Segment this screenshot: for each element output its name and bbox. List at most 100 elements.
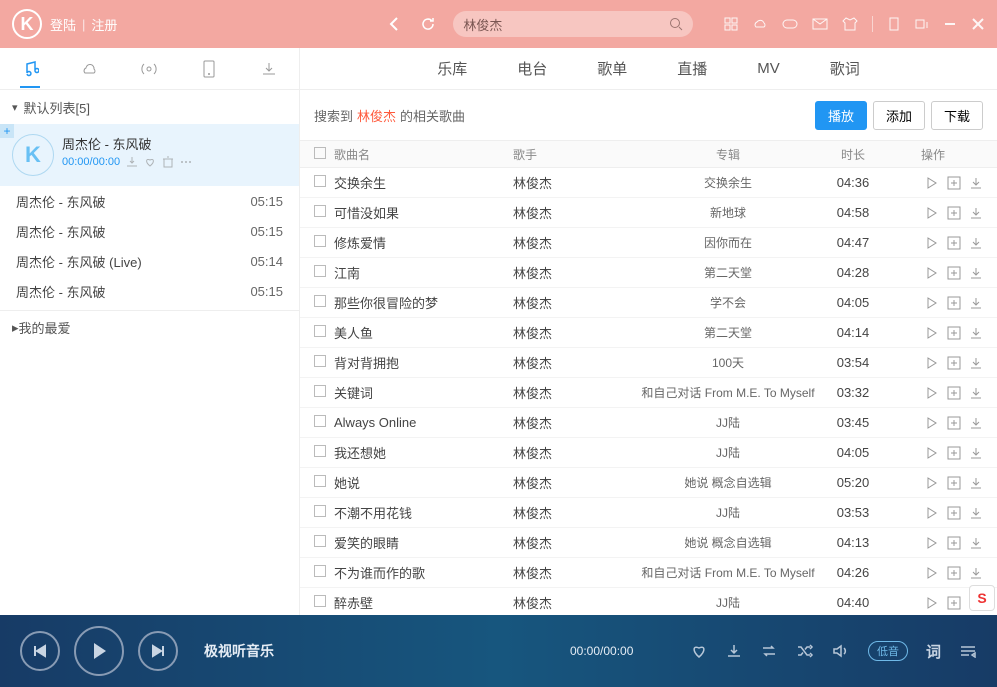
add-icon[interactable]	[947, 356, 961, 370]
song-row[interactable]: 可惜没如果 林俊杰 新地球 04:58	[300, 198, 997, 228]
download-icon[interactable]	[969, 476, 983, 490]
add-icon[interactable]	[947, 506, 961, 520]
play-icon[interactable]	[925, 596, 939, 610]
tools-icon[interactable]	[887, 17, 901, 31]
add-icon[interactable]	[947, 386, 961, 400]
minimize-icon[interactable]	[943, 17, 957, 31]
tab-cloud-icon[interactable]	[70, 61, 110, 77]
song-row[interactable]: 爱笑的眼睛 林俊杰 她说 概念自选辑 04:13	[300, 528, 997, 558]
close-icon[interactable]	[971, 17, 985, 31]
shuffle-icon[interactable]	[796, 643, 814, 659]
like-icon[interactable]	[690, 643, 708, 659]
loop-icon[interactable]	[760, 643, 778, 659]
song-row[interactable]: 关键词 林俊杰 和自己对话 From M.E. To Myself 03:32	[300, 378, 997, 408]
main-tab[interactable]: 歌词	[830, 58, 860, 79]
song-list[interactable]: 交换余生 林俊杰 交换余生 04:36 可惜没如果 林俊杰 新地球 04:58 …	[300, 168, 997, 615]
nav-back-button[interactable]	[377, 7, 411, 41]
add-icon[interactable]	[947, 176, 961, 190]
row-checkbox[interactable]	[314, 265, 326, 277]
add-icon[interactable]	[947, 266, 961, 280]
main-tab[interactable]: 直播	[677, 58, 707, 79]
select-all-checkbox[interactable]	[314, 147, 326, 159]
shirt-icon[interactable]	[842, 17, 858, 31]
play-icon[interactable]	[925, 236, 939, 250]
sound-effect-pill[interactable]: 低音	[868, 641, 908, 661]
add-icon[interactable]	[947, 296, 961, 310]
row-checkbox[interactable]	[314, 385, 326, 397]
play-icon[interactable]	[925, 386, 939, 400]
download-icon[interactable]	[969, 296, 983, 310]
add-icon[interactable]	[947, 206, 961, 220]
prev-button[interactable]	[20, 631, 60, 671]
song-row[interactable]: 她说 林俊杰 她说 概念自选辑 05:20	[300, 468, 997, 498]
main-tab[interactable]: MV	[757, 60, 780, 77]
download-icon[interactable]	[969, 266, 983, 280]
delete-icon[interactable]	[162, 156, 174, 168]
song-row[interactable]: 江南 林俊杰 第二天堂 04:28	[300, 258, 997, 288]
favorites-header[interactable]: ▸ 我的最爱	[0, 310, 299, 344]
apps-icon[interactable]	[724, 17, 738, 31]
song-row[interactable]: 我还想她 林俊杰 JJ陆 04:05	[300, 438, 997, 468]
row-checkbox[interactable]	[314, 325, 326, 337]
download-icon[interactable]	[969, 386, 983, 400]
sidebar-track-item[interactable]: 周杰伦 - 东风破05:15	[0, 186, 299, 216]
row-checkbox[interactable]	[314, 295, 326, 307]
playlist-icon[interactable]	[959, 644, 977, 658]
sidebar-track-item[interactable]: 周杰伦 - 东风破 (Live)05:14	[0, 246, 299, 276]
download-icon[interactable]	[969, 176, 983, 190]
main-tab[interactable]: 乐库	[437, 58, 467, 79]
download-icon[interactable]	[969, 236, 983, 250]
tab-music-icon[interactable]	[10, 60, 50, 78]
main-tab[interactable]: 歌单	[597, 58, 627, 79]
play-icon[interactable]	[925, 476, 939, 490]
download-icon[interactable]	[969, 356, 983, 370]
default-playlist-header[interactable]: ▾ 默认列表[5]	[0, 90, 299, 124]
tab-phone-icon[interactable]	[189, 60, 229, 78]
play-icon[interactable]	[925, 296, 939, 310]
row-checkbox[interactable]	[314, 175, 326, 187]
play-icon[interactable]	[925, 176, 939, 190]
tab-download-icon[interactable]	[249, 61, 289, 77]
add-icon[interactable]	[947, 536, 961, 550]
song-row[interactable]: 美人鱼 林俊杰 第二天堂 04:14	[300, 318, 997, 348]
cloud-icon[interactable]	[752, 17, 768, 31]
tab-radio-icon[interactable]	[129, 60, 169, 78]
search-box[interactable]	[453, 11, 693, 37]
row-checkbox[interactable]	[314, 415, 326, 427]
play-icon[interactable]	[925, 266, 939, 280]
now-playing-card[interactable]: + K 周杰伦 - 东风破 00:00/00:00	[0, 124, 299, 186]
play-all-button[interactable]: 播放	[815, 101, 867, 130]
song-row[interactable]: 醉赤壁 林俊杰 JJ陆 04:40	[300, 588, 997, 615]
download-icon[interactable]	[969, 566, 983, 580]
row-checkbox[interactable]	[314, 505, 326, 517]
row-checkbox[interactable]	[314, 535, 326, 547]
login-link[interactable]: 登陆	[50, 15, 76, 34]
mail-icon[interactable]	[812, 18, 828, 30]
add-icon[interactable]	[947, 416, 961, 430]
add-icon[interactable]	[947, 236, 961, 250]
song-row[interactable]: 不潮不用花钱 林俊杰 JJ陆 03:53	[300, 498, 997, 528]
song-row[interactable]: 那些你很冒险的梦 林俊杰 学不会 04:05	[300, 288, 997, 318]
download-icon[interactable]	[726, 643, 742, 659]
add-all-button[interactable]: 添加	[873, 101, 925, 130]
play-icon[interactable]	[925, 416, 939, 430]
gamepad-icon[interactable]	[782, 18, 798, 30]
download-all-button[interactable]: 下载	[931, 101, 983, 130]
add-button[interactable]: +	[0, 124, 14, 138]
download-icon[interactable]	[969, 536, 983, 550]
play-icon[interactable]	[925, 206, 939, 220]
play-icon[interactable]	[925, 536, 939, 550]
add-icon[interactable]	[947, 596, 961, 610]
heart-icon[interactable]	[144, 156, 156, 168]
next-button[interactable]	[138, 631, 178, 671]
main-tab[interactable]: 电台	[517, 58, 547, 79]
volume-icon[interactable]	[832, 643, 850, 659]
row-checkbox[interactable]	[314, 565, 326, 577]
song-row[interactable]: 交换余生 林俊杰 交换余生 04:36	[300, 168, 997, 198]
row-checkbox[interactable]	[314, 235, 326, 247]
song-row[interactable]: 不为谁而作的歌 林俊杰 和自己对话 From M.E. To Myself 04…	[300, 558, 997, 588]
download-icon[interactable]	[969, 326, 983, 340]
play-icon[interactable]	[925, 356, 939, 370]
play-button[interactable]	[74, 626, 124, 676]
download-icon[interactable]	[969, 446, 983, 460]
